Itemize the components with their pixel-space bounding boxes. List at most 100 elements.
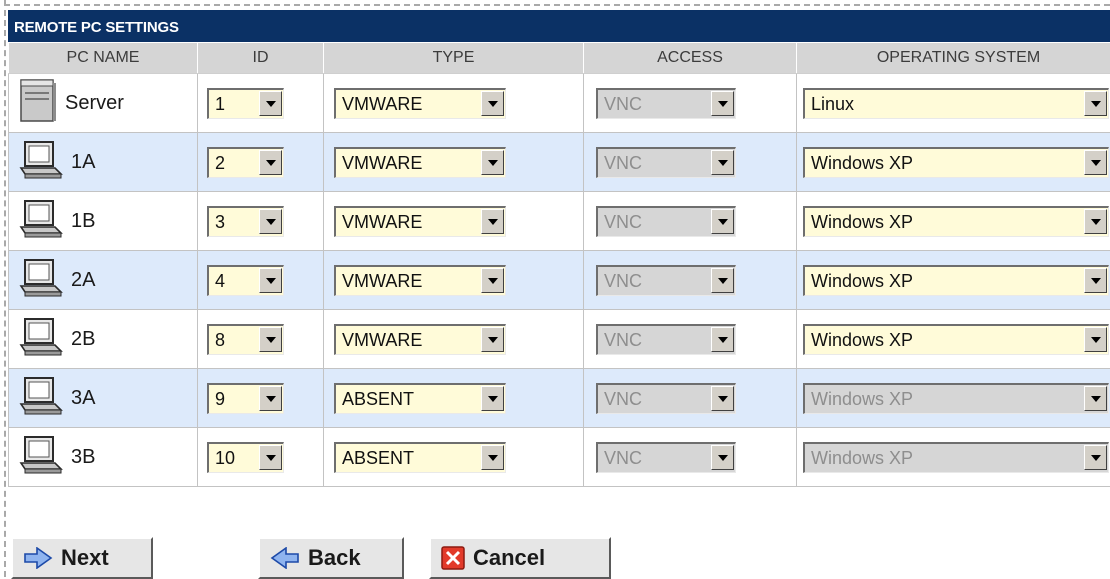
type-select-value: ABSENT <box>342 446 414 470</box>
type-select[interactable]: VMWARE <box>334 206 506 237</box>
access-select-value: VNC <box>604 210 642 234</box>
os-select[interactable]: Linux <box>803 88 1109 119</box>
access-select: VNC <box>596 324 736 355</box>
access-select-value: VNC <box>604 151 642 175</box>
chevron-down-icon <box>1084 386 1107 411</box>
os-select-value: Windows XP <box>811 446 913 470</box>
back-button[interactable]: Back <box>258 537 404 579</box>
button-bar: Next Back Cancel <box>0 537 1110 577</box>
close-icon <box>441 546 465 570</box>
type-select[interactable]: VMWARE <box>334 147 506 178</box>
os-select[interactable]: Windows XP <box>803 147 1109 178</box>
id-select-value: 4 <box>215 269 225 293</box>
chevron-down-icon[interactable] <box>1084 91 1107 116</box>
server-icon <box>19 79 57 128</box>
table-row: 1B 3 VMWARE VNC Windows XP <box>9 192 1110 251</box>
access-cell: VNC <box>584 369 797 428</box>
type-cell: ABSENT <box>324 369 584 428</box>
access-select: VNC <box>596 383 736 414</box>
cancel-button[interactable]: Cancel <box>429 537 611 579</box>
chevron-down-icon[interactable] <box>259 150 282 175</box>
type-select-value: VMWARE <box>342 269 422 293</box>
pc-name: 1B <box>71 210 95 233</box>
os-select: Windows XP <box>803 442 1109 473</box>
id-select[interactable]: 1 <box>207 88 284 119</box>
chevron-down-icon[interactable] <box>481 445 504 470</box>
chevron-down-icon[interactable] <box>481 91 504 116</box>
access-select: VNC <box>596 442 736 473</box>
chevron-down-icon <box>711 209 734 234</box>
column-header-operating-system: OPERATING SYSTEM <box>797 43 1110 74</box>
chevron-down-icon[interactable] <box>1084 150 1107 175</box>
table-row: 1A2VMWAREVNCWindows XP <box>9 133 1110 192</box>
next-button[interactable]: Next <box>11 537 153 579</box>
table-row: 3A 9 ABSENT VNC Windows XP <box>9 369 1110 428</box>
type-cell: VMWARE <box>324 74 584 133</box>
computer-icon <box>19 376 63 421</box>
os-select[interactable]: Windows XP <box>803 324 1109 355</box>
pc-name: 3B <box>71 446 95 469</box>
chevron-down-icon[interactable] <box>481 268 504 293</box>
type-select-value: VMWARE <box>342 210 422 234</box>
chevron-down-icon[interactable] <box>481 386 504 411</box>
access-select: VNC <box>596 88 736 119</box>
chevron-down-icon <box>711 327 734 352</box>
os-select-value: Windows XP <box>811 387 913 411</box>
cancel-button-label: Cancel <box>473 545 545 571</box>
computer-icon <box>19 317 63 362</box>
type-cell: ABSENT <box>324 428 584 487</box>
id-select[interactable]: 4 <box>207 265 284 296</box>
id-select[interactable]: 10 <box>207 442 284 473</box>
chevron-down-icon[interactable] <box>1084 209 1107 234</box>
type-select[interactable]: ABSENT <box>334 442 506 473</box>
table-row: Server 1 VMWARE VNC Linux <box>9 74 1110 133</box>
remote-pc-settings-panel: REMOTE PC SETTINGS PC NAME ID TYPE ACCES… <box>8 10 1110 487</box>
os-cell: Windows XP <box>797 310 1110 369</box>
next-button-label: Next <box>61 545 109 571</box>
chevron-down-icon[interactable] <box>259 386 282 411</box>
chevron-down-icon[interactable] <box>481 150 504 175</box>
pc-name: 2B <box>71 328 95 351</box>
os-cell: Windows XP <box>797 192 1110 251</box>
pc-name: 2A <box>71 269 95 292</box>
chevron-down-icon[interactable] <box>481 327 504 352</box>
id-select-value: 10 <box>215 446 235 470</box>
os-select[interactable]: Windows XP <box>803 206 1109 237</box>
type-select-value: ABSENT <box>342 387 414 411</box>
column-header-id: ID <box>198 43 324 74</box>
id-select[interactable]: 3 <box>207 206 284 237</box>
chevron-down-icon[interactable] <box>1084 268 1107 293</box>
access-select-value: VNC <box>604 328 642 352</box>
chevron-down-icon[interactable] <box>481 209 504 234</box>
frame-border-left <box>4 0 6 577</box>
id-cell: 4 <box>198 251 324 310</box>
chevron-down-icon <box>711 150 734 175</box>
os-select[interactable]: Windows XP <box>803 265 1109 296</box>
table-row: 2A4VMWAREVNCWindows XP <box>9 251 1110 310</box>
id-select[interactable]: 9 <box>207 383 284 414</box>
type-select[interactable]: VMWARE <box>334 88 506 119</box>
pc-name-cell: 3B <box>9 428 198 487</box>
arrow-right-icon <box>23 547 53 569</box>
os-select-value: Windows XP <box>811 151 913 175</box>
pc-name: Server <box>65 92 124 115</box>
type-select[interactable]: ABSENT <box>334 383 506 414</box>
column-header-pc-name: PC NAME <box>9 43 198 74</box>
id-select[interactable]: 8 <box>207 324 284 355</box>
chevron-down-icon <box>711 445 734 470</box>
id-select[interactable]: 2 <box>207 147 284 178</box>
chevron-down-icon <box>711 268 734 293</box>
chevron-down-icon[interactable] <box>259 327 282 352</box>
type-select[interactable]: VMWARE <box>334 324 506 355</box>
chevron-down-icon[interactable] <box>259 209 282 234</box>
panel-title: REMOTE PC SETTINGS <box>8 10 1110 42</box>
type-select-value: VMWARE <box>342 151 422 175</box>
computer-icon <box>19 140 63 185</box>
type-select[interactable]: VMWARE <box>334 265 506 296</box>
chevron-down-icon[interactable] <box>259 268 282 293</box>
arrow-left-icon <box>270 547 300 569</box>
chevron-down-icon[interactable] <box>259 91 282 116</box>
chevron-down-icon[interactable] <box>1084 327 1107 352</box>
pc-name-cell: 3A <box>9 369 198 428</box>
chevron-down-icon[interactable] <box>259 445 282 470</box>
